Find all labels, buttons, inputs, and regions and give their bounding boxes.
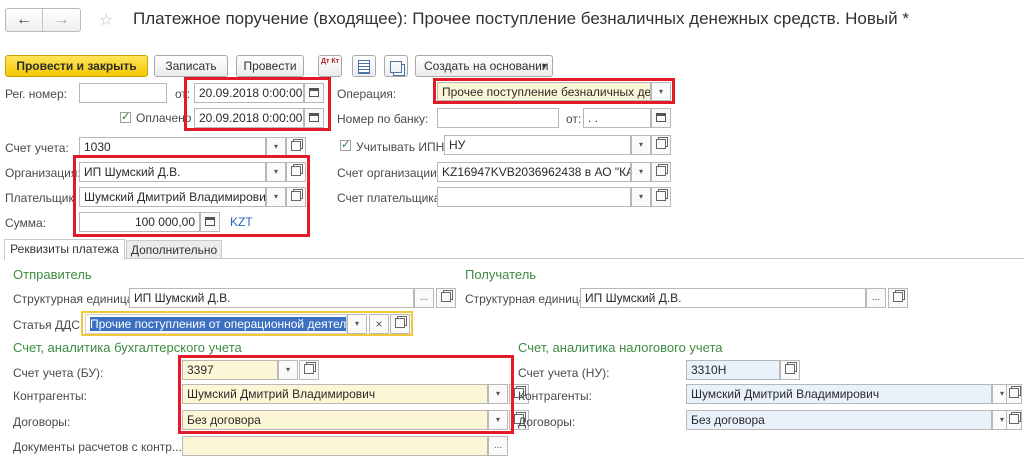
account-label: Счет учета: [5, 141, 69, 155]
open-icon[interactable] [651, 187, 671, 207]
payer-account-input[interactable] [437, 187, 631, 207]
acc-nu-input[interactable]: 3310Н [686, 360, 780, 380]
highlight-operation [433, 78, 675, 104]
dds-dropdown-icon[interactable]: ▾ [347, 314, 367, 334]
acc-nu-label: Счет учета (НУ): [518, 366, 610, 380]
contract-label-tax: Договоры: [518, 415, 576, 429]
favorite-star-icon[interactable]: ☆ [99, 10, 113, 30]
payer-label: Плательщик: [5, 191, 78, 205]
contractor-label: Контрагенты: [13, 389, 88, 403]
bank-number-label: Номер по банку: [337, 112, 429, 126]
structure-icon[interactable] [384, 55, 408, 77]
window-title: Платежное поручение (входящее): Прочее п… [133, 9, 909, 28]
struct-unit-input-receiver[interactable]: ИП Шумский Д.В. [580, 288, 866, 308]
struct-unit-input[interactable]: ИП Шумский Д.В. [129, 288, 414, 308]
contractor-label-tax: Контрагенты: [518, 389, 593, 403]
highlight-org-payer-sum [73, 155, 310, 237]
post-button[interactable]: Провести [236, 55, 304, 77]
post-and-close-button[interactable]: Провести и закрыть [5, 55, 148, 77]
open-icon[interactable] [286, 137, 306, 157]
account-input[interactable]: 1030 [79, 137, 266, 157]
open-icon[interactable] [651, 135, 671, 155]
org-account-dropdown-icon[interactable]: ▾ [631, 162, 651, 182]
save-button[interactable]: Записать [154, 55, 228, 77]
settlement-docs-label: Документы расчетов с контр... [13, 440, 182, 454]
accounting-title: Счет, аналитика бухгалтерского учета [13, 340, 242, 355]
paid-checkbox[interactable]: ✓ [120, 112, 131, 123]
ipn-input[interactable]: НУ [444, 135, 631, 155]
open-icon[interactable] [390, 314, 410, 334]
dds-label: Статья ДДС: [13, 318, 84, 332]
clear-icon[interactable]: × [369, 314, 389, 334]
sum-label: Сумма: [5, 216, 47, 230]
dt-kt-button[interactable]: Дт Кт [318, 55, 342, 77]
ipn-checkbox[interactable]: ✓ [340, 140, 351, 151]
highlight-accounting [178, 355, 514, 434]
contractor-input-tax[interactable]: Шумский Дмитрий Владимирович [686, 384, 992, 404]
open-icon[interactable] [1006, 384, 1022, 404]
journal-icon[interactable] [352, 55, 376, 77]
highlight-dates [184, 77, 331, 131]
reg-number-input[interactable] [79, 83, 167, 103]
open-icon[interactable] [888, 288, 908, 308]
select-dots-button[interactable]: ... [414, 288, 434, 308]
acc-bu-label: Счет учета (БУ): [13, 366, 104, 380]
select-dots-button[interactable]: ... [488, 436, 508, 456]
dds-value: Прочие поступления от операционной деяте… [90, 317, 346, 331]
create-based-label: Создать на основании [424, 59, 549, 73]
struct-unit-label: Структурная единица: [13, 292, 137, 306]
tab-payment-details[interactable]: Реквизиты платежа [4, 239, 125, 260]
dds-input[interactable]: Прочие поступления от операционной деяте… [85, 314, 347, 334]
bank-date-input[interactable]: . . [583, 108, 651, 128]
account-dropdown-icon[interactable]: ▾ [266, 137, 286, 157]
settlement-docs-input[interactable] [182, 436, 488, 456]
open-icon[interactable] [1006, 410, 1022, 430]
payer-account-dropdown-icon[interactable]: ▾ [631, 187, 651, 207]
bank-number-input[interactable] [437, 108, 559, 128]
org-account-label: Счет организации: [337, 166, 441, 180]
payer-account-label: Счет плательщика: [337, 191, 444, 205]
ipn-label: Учитывать ИПН [356, 140, 445, 154]
open-icon[interactable] [436, 288, 456, 308]
reg-number-label: Рег. номер: [5, 87, 67, 101]
tax-accounting-title: Счет, аналитика налогового учета [518, 340, 723, 355]
sender-title: Отправитель [13, 267, 92, 282]
create-based-button[interactable]: Создать на основании ▾ [415, 55, 553, 77]
organization-label: Организация: [5, 166, 81, 180]
select-dots-button[interactable]: ... [866, 288, 886, 308]
org-account-input[interactable]: KZ16947KVB2036962438 в АО "КАЗК [437, 162, 631, 182]
open-icon[interactable] [651, 162, 671, 182]
chevron-down-icon: ▾ [541, 61, 546, 70]
calendar-icon[interactable] [651, 108, 671, 128]
back-button[interactable]: ← [6, 9, 43, 31]
contract-input-tax[interactable]: Без договора [686, 410, 992, 430]
ipn-dropdown-icon[interactable]: ▾ [631, 135, 651, 155]
contract-label: Договоры: [13, 415, 71, 429]
tab-additional[interactable]: Дополнительно [126, 240, 222, 259]
forward-button[interactable]: → [43, 9, 80, 31]
operation-label: Операция: [337, 87, 397, 101]
struct-unit-label-receiver: Структурная единица: [465, 292, 589, 306]
open-icon[interactable] [780, 360, 800, 380]
receiver-title: Получатель [465, 267, 537, 282]
bank-date-from-label: от: [566, 112, 582, 126]
